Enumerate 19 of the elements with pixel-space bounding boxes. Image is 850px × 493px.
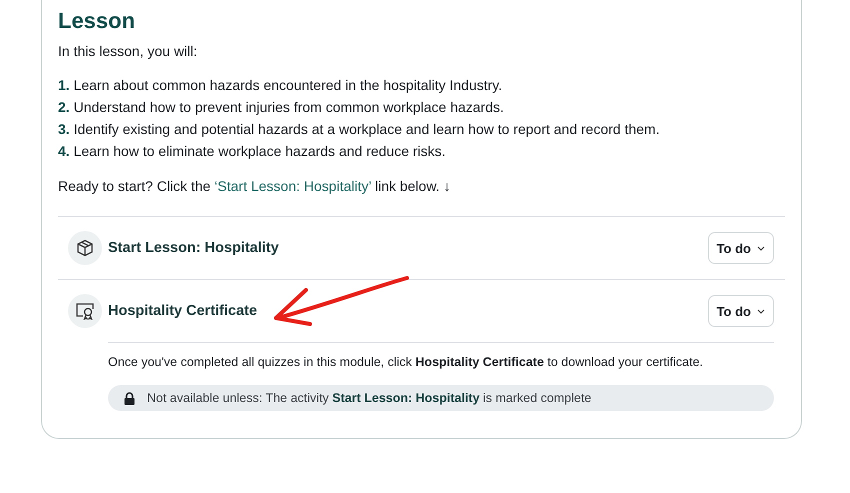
certificate-icon — [75, 302, 95, 320]
activity-description: Once you've completed all quizzes in this module, click Hospitality Certificate to download your certificate. — [108, 354, 704, 371]
box-icon — [76, 239, 94, 257]
objective-item: 3. Identify existing and potential hazards at a workplace and learn how to report and record them. — [58, 120, 661, 139]
status-dropdown[interactable]: To do — [708, 232, 774, 264]
lock-icon — [124, 392, 135, 404]
activity-link[interactable]: Hospitality Certificate — [108, 303, 708, 319]
activity-link[interactable]: Start Lesson: Hospitality — [108, 240, 708, 256]
restriction-text: Not available unless: The activity Start Lesson: Hospitality is marked complete — [147, 391, 592, 405]
intro-text: In this lesson, you will: — [58, 42, 198, 61]
objective-item: 2. Understand how to prevent injuries from common workplace hazards. — [58, 98, 505, 117]
chevron-icon — [757, 246, 765, 250]
objective-item: 1. Learn about common hazards encountered in the hospitality Industry. — [58, 76, 504, 95]
lesson-link[interactable]: ‘Start Lesson: Hospitality’ — [214, 178, 372, 194]
chevron-icon — [757, 308, 765, 314]
status-dropdown[interactable]: To do — [708, 295, 774, 327]
section-title: Lesson — [58, 8, 136, 34]
objective-item: 4. Learn how to eliminate workplace hazards and reduce risks. — [58, 142, 447, 161]
start-prompt: Ready to start? Click the ‘Start Lesson: Hospitality’ link below. ↓ — [58, 177, 452, 196]
